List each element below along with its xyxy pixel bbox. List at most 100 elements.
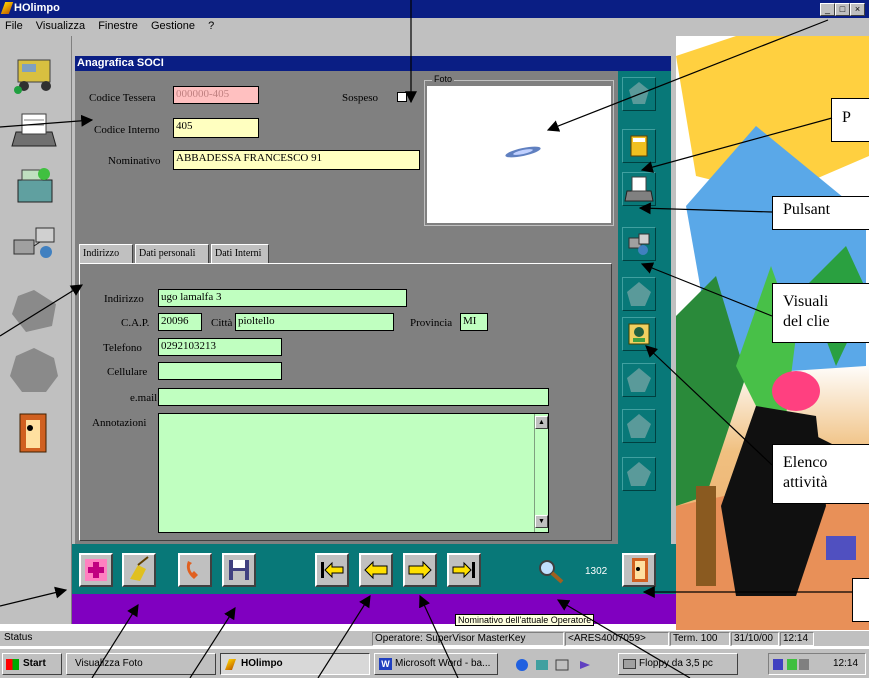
task-microsoft-word[interactable]: W Microsoft Word - ba... [374,653,498,675]
provincia-field[interactable]: MI [460,313,488,331]
task-label: Floppy da 3,5 pc [639,658,713,669]
printer-icon[interactable] [6,106,62,154]
maximize-button[interactable]: □ [835,3,850,16]
disabled-tool-2-icon[interactable] [6,346,62,394]
annotazioni-scrollbar[interactable]: ▲ ▼ [534,414,548,532]
app-title-bar: HOlimpo [0,0,869,18]
task-floppy-drive[interactable]: Floppy da 3,5 pc [618,653,738,675]
arrow-last-icon [452,561,475,579]
tray-icons[interactable] [773,659,809,670]
clear-record-button[interactable] [122,553,156,587]
arrow-left-icon [364,560,388,580]
word-icon: W [379,658,392,670]
tooltip-text: Nominativo dell'attuale Operatore [458,615,592,625]
task-holimpo[interactable]: HOlimpo [220,653,370,675]
exit-button[interactable] [622,553,656,587]
codice-interno-field[interactable]: 405 [173,118,259,138]
disabled-action-2-icon[interactable] [622,277,656,311]
task-label: HOlimpo [241,658,283,669]
first-record-button[interactable] [315,553,349,587]
codice-tessera-label: Codice Tessera [89,92,156,104]
left-toolbar [0,36,72,624]
scroll-up-button[interactable]: ▲ [535,416,548,429]
tab-dati-personali[interactable]: Dati personali [135,244,209,264]
arrow-first-icon [321,561,344,579]
menu-file[interactable]: File [5,20,23,32]
cellulare-label: Cellulare [107,366,148,378]
next-record-button[interactable] [403,553,437,587]
exit-door-icon[interactable] [6,408,62,456]
sospeso-label: Sospeso [342,92,379,104]
minimize-button[interactable]: _ [820,3,835,16]
broom-icon [130,556,149,581]
save-button[interactable] [222,553,256,587]
search-operator-button[interactable] [535,556,567,586]
cap-field[interactable]: 20096 [158,313,202,331]
disabled-action-5-icon[interactable] [622,457,656,491]
photo-thumbnail-icon [505,146,541,158]
floppy-drive-icon [623,659,636,669]
status-bar: Status Operatore: SuperVisor MasterKey <… [0,630,869,646]
phone-button[interactable] [178,553,212,587]
quick-launch-icons[interactable] [514,657,610,673]
annotazioni-textarea[interactable] [158,413,549,533]
network-icon[interactable] [6,218,62,266]
phone-icon [186,561,198,579]
status-time: 12:14 [780,632,814,646]
child-window-title: Anagrafica SOCI [75,56,671,71]
holimpo-logo-icon [224,659,237,670]
codice-tessera-field[interactable]: 000000-405 [173,86,259,104]
callout-pulsante: Pulsant [772,196,869,230]
menu-help[interactable]: ? [208,20,214,32]
codice-interno-label: Codice Interno [94,124,160,136]
task-label: Visualizza Foto [75,658,143,669]
disabled-tool-1-icon[interactable] [6,286,62,334]
close-button[interactable]: × [850,3,865,16]
print-button[interactable] [622,172,656,206]
telefono-field[interactable]: 0292103213 [158,338,282,356]
vehicle-icon[interactable] [6,50,62,98]
citta-field[interactable]: pioltello [235,313,394,331]
previous-record-button[interactable] [359,553,393,587]
menu-gestione[interactable]: Gestione [151,20,195,32]
callout-line: Visuali [783,293,829,310]
tab-indirizzo[interactable]: Indirizzo [79,244,133,264]
elenco-attivita-button[interactable] [622,317,656,351]
menu-visualizza[interactable]: Visualizza [36,20,85,32]
system-tray: 12:14 [768,653,866,675]
status-operator: Operatore: SuperVisor MasterKey [372,632,564,646]
menu-finestre[interactable]: Finestre [98,20,138,32]
foto-label: Foto [432,74,455,84]
cellulare-field[interactable] [158,362,282,380]
disabled-action-3-icon[interactable] [622,363,656,397]
app-logo-icon [0,2,14,14]
disabled-action-4-icon[interactable] [622,409,656,443]
add-record-button[interactable] [79,553,113,587]
foto-image[interactable] [427,86,611,223]
menu-bar: File Visualizza Finestre Gestione ? [0,18,869,36]
citta-label: Città [211,317,233,329]
task-visualizza-foto[interactable]: Visualizza Foto [66,653,216,675]
book-icon[interactable] [622,129,656,163]
arrow-right-icon [408,560,432,580]
visualizza-cliente-button[interactable] [622,227,656,261]
sospeso-checkbox[interactable] [397,92,407,102]
provincia-label: Provincia [410,317,453,329]
callout-exit-partial [852,578,869,622]
annotazioni-label: Annotazioni [92,417,147,429]
email-field[interactable] [158,388,549,406]
task-label: Microsoft Word - ba... [395,658,491,669]
tab-dati-interni[interactable]: Dati Interni [211,244,269,264]
indirizzo-field[interactable]: ugo lamalfa 3 [158,289,407,307]
cap-label: C.A.P. [121,317,150,329]
last-record-button[interactable] [447,553,481,587]
door-icon [632,558,648,582]
start-button[interactable]: Start [2,653,62,675]
disabled-action-1-icon[interactable] [622,77,656,111]
floppy-icon [229,560,249,580]
scroll-down-button[interactable]: ▼ [535,515,548,528]
callout-line: Elenco [783,454,828,471]
cash-register-icon[interactable] [6,162,62,210]
right-toolbar [618,71,671,544]
nominativo-field[interactable]: ABBADESSA FRANCESCO 91 [173,150,420,170]
